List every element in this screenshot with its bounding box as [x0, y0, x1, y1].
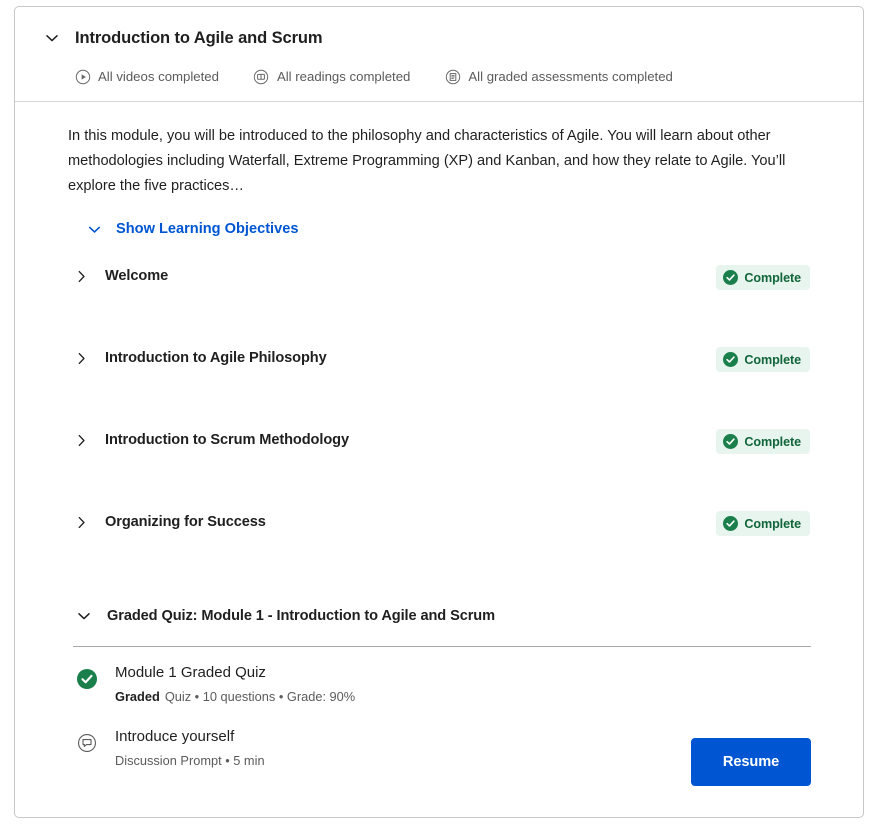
- status-badge: Complete: [716, 347, 810, 372]
- check-circle-filled-icon: [723, 434, 739, 449]
- chevron-right-icon[interactable]: [71, 266, 91, 286]
- lesson-toggle[interactable]: Organizing for Success: [71, 507, 716, 532]
- module-header-title-row[interactable]: Introduction to Agile and Scrum: [15, 27, 863, 49]
- list-item-meta: Discussion Prompt • 5 min: [115, 752, 265, 769]
- assessment-circle-icon: [444, 68, 461, 85]
- list-item-meta-text: Quiz • 10 questions • Grade: 90%: [164, 689, 356, 704]
- lesson-title: Introduction to Agile Philosophy: [105, 350, 327, 366]
- chevron-down-icon[interactable]: [84, 219, 104, 239]
- check-circle-filled-icon: [76, 668, 98, 690]
- lesson-row[interactable]: Organizing for Success Complete: [68, 507, 819, 589]
- lesson-title: Introduction to Scrum Methodology: [105, 432, 349, 448]
- list-item-title: Module 1 Graded Quiz: [115, 664, 266, 681]
- list-item-text: Module 1 Graded Quiz Graded Quiz • 10 que…: [115, 663, 355, 705]
- status-badge: Complete: [716, 265, 810, 290]
- show-learning-objectives-toggle[interactable]: Show Learning Objectives: [68, 219, 298, 239]
- lesson-toggle[interactable]: Welcome: [71, 261, 716, 286]
- play-circle-icon: [74, 68, 91, 85]
- lesson-title: Welcome: [105, 268, 169, 284]
- status-badge-label: Complete: [744, 352, 801, 367]
- meta-item-readings-label: All readings completed: [276, 69, 411, 84]
- check-circle-filled-icon: [723, 516, 739, 531]
- chevron-right-icon[interactable]: [71, 430, 91, 450]
- module-card: Introduction to Agile and Scrum All vide…: [14, 6, 864, 818]
- lesson-row[interactable]: Introduction to Scrum Methodology Comple…: [68, 425, 819, 507]
- status-badge: Complete: [716, 429, 810, 454]
- chevron-right-icon[interactable]: [71, 348, 91, 368]
- module-header: Introduction to Agile and Scrum All vide…: [15, 7, 863, 102]
- show-learning-objectives-label: Show Learning Objectives: [116, 221, 299, 237]
- graded-tag: Graded: [115, 689, 160, 704]
- list-item-meta: Graded Quiz • 10 questions • Grade: 90%: [115, 688, 355, 705]
- chevron-down-icon[interactable]: [41, 27, 63, 49]
- module-description: In this module, you will be introduced t…: [68, 128, 786, 194]
- list-item-meta-text: Discussion Prompt • 5 min: [115, 753, 265, 768]
- status-badge-label: Complete: [744, 516, 801, 531]
- chevron-right-icon[interactable]: [71, 512, 91, 532]
- lesson-title: Organizing for Success: [105, 514, 266, 530]
- meta-item-assessments-label: All graded assessments completed: [468, 69, 673, 84]
- lesson-toggle[interactable]: Introduction to Scrum Methodology: [71, 425, 716, 450]
- list-item-text: Introduce yourself Discussion Prompt • 5…: [115, 727, 265, 769]
- check-circle-filled-icon: [723, 352, 739, 367]
- graded-quiz-title: Graded Quiz: Module 1 - Introduction to …: [107, 608, 495, 624]
- meta-item-videos-label: All videos completed: [98, 69, 219, 84]
- lesson-toggle[interactable]: Introduction to Agile Philosophy: [71, 343, 716, 368]
- chevron-down-icon[interactable]: [73, 605, 95, 627]
- graded-quiz-toggle[interactable]: Graded Quiz: Module 1 - Introduction to …: [68, 605, 819, 627]
- resume-button[interactable]: Resume: [691, 738, 811, 786]
- lesson-list: Welcome Complete Introduction to Agile P…: [68, 261, 819, 589]
- meta-item-videos: All videos completed: [74, 68, 219, 85]
- lesson-row[interactable]: Introduction to Agile Philosophy Complet…: [68, 343, 819, 425]
- page-title: Introduction to Agile and Scrum: [75, 28, 323, 47]
- list-item[interactable]: Module 1 Graded Quiz Graded Quiz • 10 que…: [76, 663, 819, 705]
- module-meta-row: All videos completed All readings comple…: [15, 68, 863, 85]
- meta-item-assessments: All graded assessments completed: [444, 68, 673, 85]
- book-circle-icon: [253, 68, 270, 85]
- meta-item-readings: All readings completed: [253, 68, 410, 85]
- lesson-row[interactable]: Welcome Complete: [68, 261, 819, 343]
- status-badge: Complete: [716, 511, 810, 536]
- status-badge-label: Complete: [744, 434, 801, 449]
- status-badge-label: Complete: [744, 270, 801, 285]
- module-body: In this module, you will be introduced t…: [15, 102, 863, 769]
- discussion-prompt-icon: [76, 732, 98, 754]
- check-circle-filled-icon: [723, 270, 739, 285]
- list-item-title: Introduce yourself: [115, 728, 235, 745]
